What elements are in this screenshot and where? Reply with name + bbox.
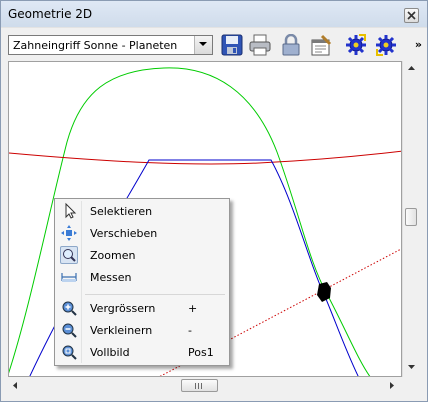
save-icon xyxy=(221,34,243,56)
dropdown-button[interactable] xyxy=(194,36,212,54)
lock-icon xyxy=(282,34,300,56)
title-bar[interactable]: Geometrie 2D xyxy=(1,1,427,27)
toolbar-overflow-button[interactable]: » xyxy=(415,38,422,51)
chevron-down-icon xyxy=(199,42,207,46)
scroll-down-button[interactable] xyxy=(403,360,420,377)
vertical-scroll-thumb[interactable] xyxy=(405,208,417,226)
scroll-left-button[interactable] xyxy=(8,377,25,394)
print-button[interactable] xyxy=(247,32,273,58)
cursor-icon xyxy=(60,202,78,220)
context-menu: Selektieren Verschieben Zoomen Messen Ve… xyxy=(54,198,230,366)
zoom-icon xyxy=(60,246,78,264)
print-icon xyxy=(249,34,271,56)
arrow-up-icon xyxy=(408,66,415,70)
menu-item-measure[interactable]: Messen xyxy=(57,266,227,288)
menu-item-fit[interactable]: Vollbild Pos1 xyxy=(57,341,227,363)
zoom-fit-icon xyxy=(60,343,78,361)
window-title: Geometrie 2D xyxy=(8,7,93,21)
save-button[interactable] xyxy=(219,32,245,58)
gear-icon xyxy=(346,34,366,55)
contact-marker xyxy=(317,282,331,302)
menu-separator xyxy=(85,294,225,295)
close-icon xyxy=(407,11,416,20)
red-pitch-circle xyxy=(9,150,401,165)
geometry-window: Geometrie 2D Zahneingriff Sonne - Planet… xyxy=(0,0,428,402)
settings-button-1[interactable] xyxy=(343,32,369,58)
settings-button-2[interactable] xyxy=(373,32,399,58)
arrow-right-icon xyxy=(390,382,394,389)
scroll-right-button[interactable] xyxy=(385,377,402,394)
gear-icon xyxy=(376,35,396,56)
move-icon xyxy=(60,224,78,242)
lock-button[interactable] xyxy=(278,32,304,58)
view-select-value: Zahneingriff Sonne - Planeten xyxy=(13,39,178,52)
horizontal-scrollbar[interactable] xyxy=(8,377,402,394)
menu-item-zoom-out[interactable]: Verkleinern - xyxy=(57,319,227,341)
vertical-scrollbar[interactable] xyxy=(402,61,420,377)
menu-item-select[interactable]: Selektieren xyxy=(57,200,227,222)
arrow-down-icon xyxy=(408,365,415,369)
toolbar: Zahneingriff Sonne - Planeten » xyxy=(1,27,427,62)
zoom-out-icon xyxy=(60,321,78,339)
horizontal-scroll-thumb[interactable] xyxy=(181,379,218,392)
scroll-up-button[interactable] xyxy=(403,61,420,78)
grip-icon xyxy=(195,383,204,389)
measure-icon xyxy=(60,268,78,286)
close-button[interactable] xyxy=(404,8,419,23)
view-select[interactable]: Zahneingriff Sonne - Planeten xyxy=(8,35,213,55)
zoom-in-icon xyxy=(60,299,78,317)
arrow-left-icon xyxy=(13,382,17,389)
menu-item-zoom-in[interactable]: Vergrössern + xyxy=(57,297,227,319)
menu-item-zoom[interactable]: Zoomen xyxy=(57,244,227,266)
menu-item-move[interactable]: Verschieben xyxy=(57,222,227,244)
properties-button[interactable] xyxy=(308,32,334,58)
properties-icon xyxy=(311,34,332,56)
